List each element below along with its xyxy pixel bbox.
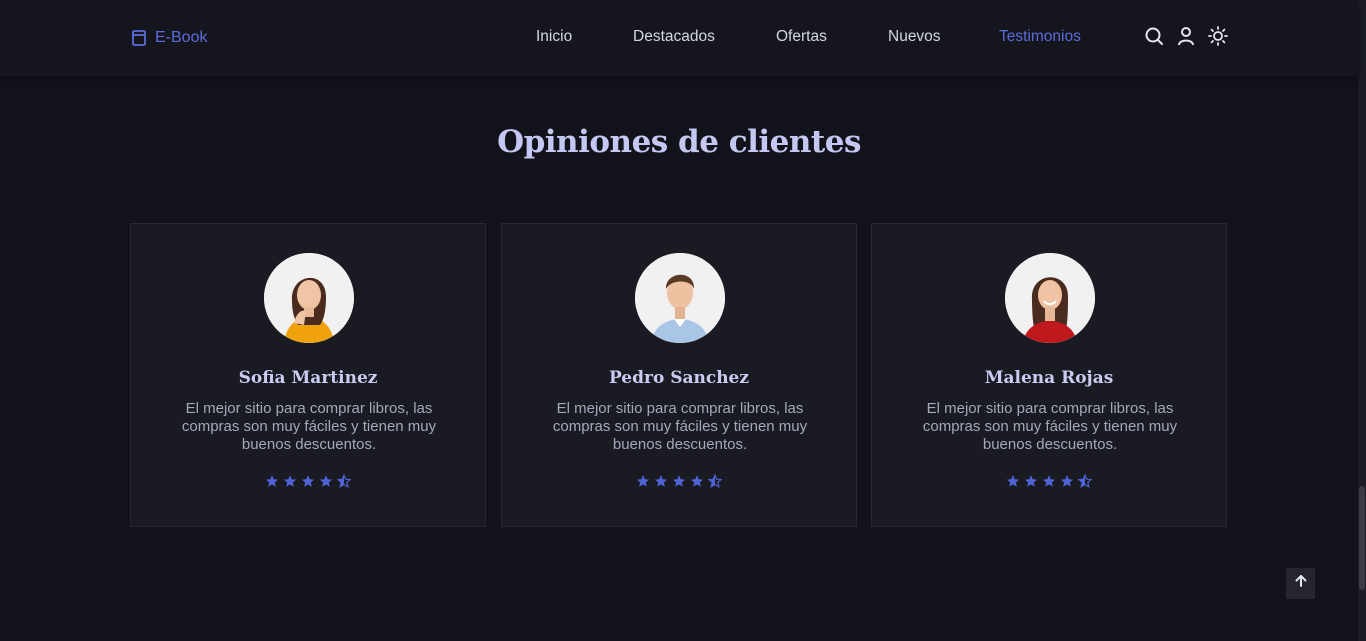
scroll-to-top-button[interactable] [1286,568,1315,599]
star-icon [283,474,297,488]
star-icon [1042,474,1056,488]
nav-item-testimonios[interactable]: Testimonios [999,28,1081,46]
logo-link[interactable]: E-Book [131,28,207,48]
avatar [264,253,354,343]
user-icon [1177,26,1195,51]
logo-text: E-Book [155,29,208,46]
star-icon [265,474,279,488]
section-title: Opiniones de clientes [497,124,861,160]
testimonial-card: Malena Rojas El mejor sitio para comprar… [871,223,1227,527]
avatar [635,253,725,343]
search-button[interactable] [1143,27,1165,49]
testimonial-name: Sofia Martinez [238,368,378,388]
site-header: E-Book Inicio Destacados Ofertas Nuevos … [0,0,1358,76]
star-icon [1024,474,1038,488]
rating-stars [131,474,485,488]
rating-stars [872,474,1226,488]
testimonial-name: Pedro Sanchez [608,368,750,388]
sun-icon [1208,25,1228,51]
nav-item-nuevos[interactable]: Nuevos [888,28,941,46]
star-icon [672,474,686,488]
testimonial-text: El mejor sitio para comprar libros, las … [922,400,1178,453]
user-button[interactable] [1175,26,1197,51]
nav-item-ofertas[interactable]: Ofertas [776,28,827,46]
star-icon [636,474,650,488]
testimonial-name: Malena Rojas [984,368,1114,388]
star-icon [1006,474,1020,488]
rating-stars [502,474,856,488]
nav-item-inicio[interactable]: Inicio [536,28,572,46]
star-icon [1060,474,1074,488]
search-icon [1144,26,1164,51]
testimonial-card: Sofia Martinez El mejor sitio para compr… [130,223,486,527]
nav-item-destacados[interactable]: Destacados [633,28,715,46]
testimonial-card: Pedro Sanchez El mejor sitio para compra… [501,223,857,527]
arrow-up-icon [1294,574,1308,593]
book-icon [131,29,147,47]
star-icon [319,474,333,488]
star-icon [690,474,704,488]
star-half-icon [1078,474,1092,488]
star-half-icon [337,474,351,488]
page-scrollbar[interactable] [1358,0,1366,641]
star-icon [654,474,668,488]
testimonial-text: El mejor sitio para comprar libros, las … [181,400,437,453]
star-icon [301,474,315,488]
testimonial-text: El mejor sitio para comprar libros, las … [552,400,808,453]
avatar [1005,253,1095,343]
star-half-icon [708,474,722,488]
scrollbar-thumb[interactable] [1359,486,1365,590]
theme-toggle-button[interactable] [1207,25,1229,51]
